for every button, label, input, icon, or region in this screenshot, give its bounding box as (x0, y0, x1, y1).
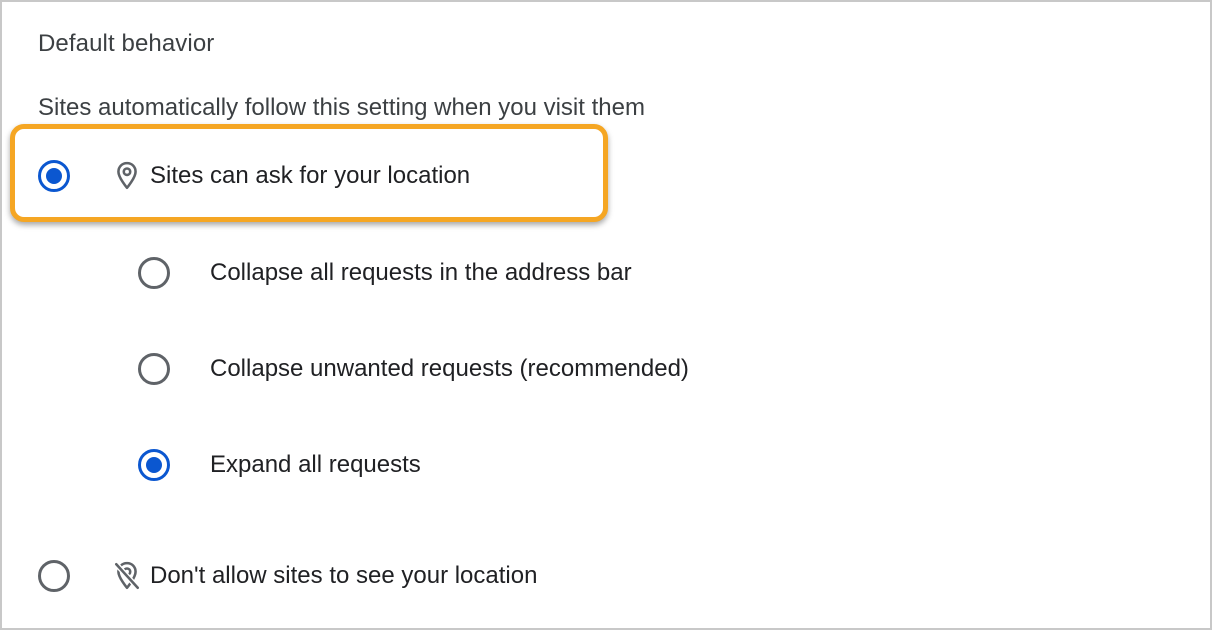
option-label: Collapse unwanted requests (recommended) (210, 355, 689, 382)
option-collapse-all-requests[interactable]: Collapse all requests in the address bar (138, 257, 632, 289)
option-label: Sites can ask for your location (150, 162, 471, 189)
option-expand-all-requests[interactable]: Expand all requests (138, 449, 421, 481)
radio-dont-allow-location[interactable] (38, 560, 70, 592)
option-dont-allow-location[interactable]: Don't allow sites to see your location (38, 560, 537, 592)
option-sites-can-ask[interactable]: Sites can ask for your location (38, 160, 470, 192)
radio-collapse-unwanted-requests[interactable] (138, 353, 170, 385)
location-off-icon (112, 561, 142, 591)
option-collapse-unwanted-requests[interactable]: Collapse unwanted requests (recommended) (138, 353, 689, 385)
radio-expand-all-requests[interactable] (138, 449, 170, 481)
section-description: Sites automatically follow this setting … (38, 94, 645, 121)
settings-panel: Default behavior Sites automatically fol… (0, 0, 1212, 630)
section-title: Default behavior (38, 30, 215, 57)
option-label: Collapse all requests in the address bar (210, 259, 632, 286)
location-pin-icon (112, 161, 142, 191)
option-label: Don't allow sites to see your location (150, 562, 538, 589)
radio-sites-can-ask[interactable] (38, 160, 70, 192)
option-label: Expand all requests (210, 451, 421, 478)
radio-collapse-all-requests[interactable] (138, 257, 170, 289)
